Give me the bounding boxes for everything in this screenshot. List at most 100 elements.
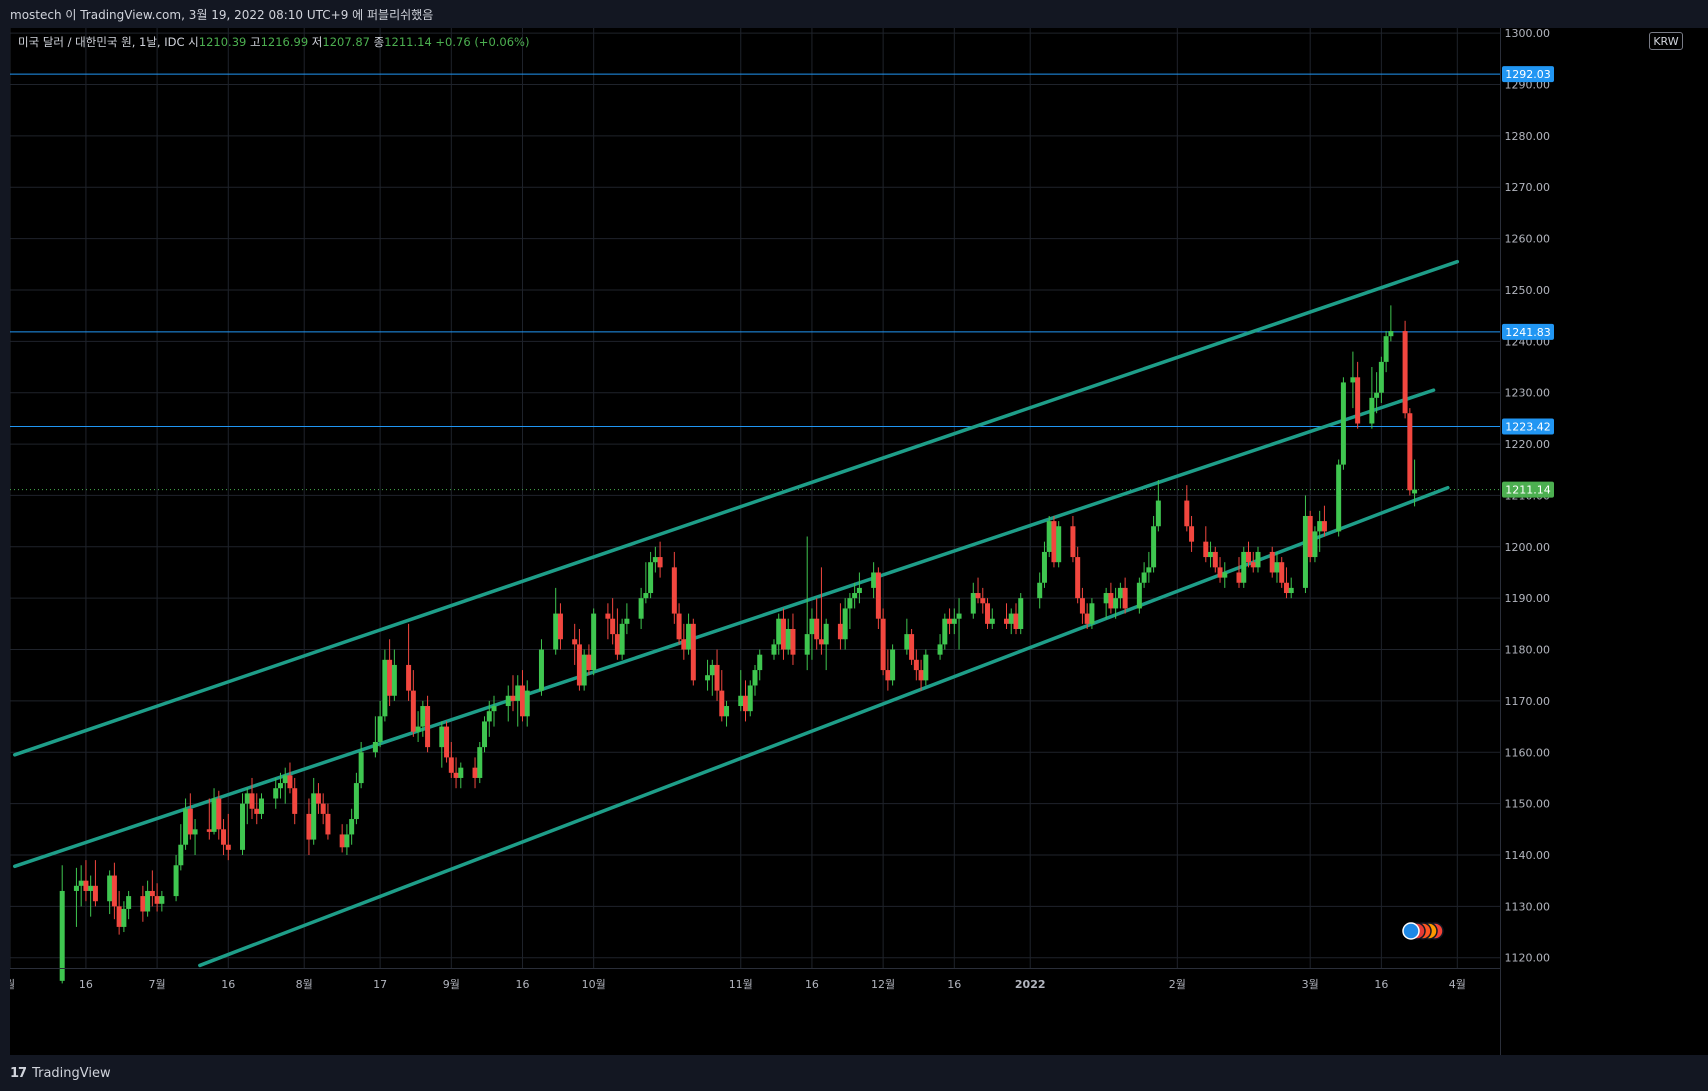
time-axis[interactable]: 월 16 7월 16 8월 17 9월 16 10월 11월 16 12월 16 2022 2월 3월 16 4월: [10, 978, 1466, 991]
candle-body: [1369, 397, 1375, 424]
candle-body: [1236, 572, 1242, 583]
candle-body: [121, 908, 127, 927]
candle-body: [818, 639, 824, 645]
candle-body: [1269, 551, 1275, 573]
candle-body: [790, 628, 796, 655]
candle-body: [1018, 598, 1024, 629]
tradingview-logo[interactable]: 17 TradingView: [10, 1066, 111, 1081]
candle-body: [709, 664, 715, 676]
candle-body: [624, 618, 630, 624]
candle-body: [315, 793, 321, 804]
candle-body: [989, 618, 995, 624]
candle-body: [1302, 515, 1308, 588]
candle-body: [947, 618, 953, 624]
high-label: 고: [249, 35, 261, 49]
candle-body: [1155, 500, 1161, 527]
footer-bar: 17 TradingView: [0, 1055, 1708, 1091]
candle-body: [638, 598, 644, 619]
candle-body: [937, 644, 943, 655]
candle-body: [73, 885, 79, 891]
candle-body: [690, 623, 696, 681]
candle-body: [918, 670, 924, 681]
candle-body: [1255, 551, 1261, 568]
candle-body: [904, 634, 910, 650]
time-tick-label: 12월: [871, 978, 895, 991]
close-label: 종: [373, 35, 385, 49]
candle-body: [320, 803, 326, 814]
candle-body: [192, 829, 198, 835]
price-tick-label: 1120.00: [1505, 952, 1551, 965]
candle-body: [1283, 582, 1289, 594]
time-tick-label: 10월: [582, 978, 606, 991]
candle-body: [325, 813, 331, 835]
candle-body: [306, 813, 312, 840]
candle-body: [448, 757, 454, 773]
candle-body: [1222, 572, 1228, 578]
candle-body: [1412, 489, 1418, 494]
price-chart[interactable]: 1120.00 1130.00 1140.00 1150.00 1160.00 1170.…: [10, 28, 1708, 1055]
candle-body: [88, 885, 94, 891]
economic-events[interactable]: [1402, 922, 1444, 940]
time-tick-label: 16: [805, 978, 819, 991]
candle-body: [221, 829, 227, 845]
time-tick-label: 7월: [149, 978, 166, 991]
candle-body: [757, 654, 763, 671]
candle-body: [126, 896, 132, 909]
candle-body: [1208, 551, 1214, 558]
low-value: 1207.87: [322, 35, 370, 49]
candles: [59, 305, 1418, 984]
trend-channel[interactable]: [12, 259, 1460, 968]
candle-body: [206, 829, 212, 832]
candle-body: [249, 793, 255, 809]
candle-body: [823, 623, 829, 645]
candle-body: [814, 618, 820, 640]
candle-body: [1189, 526, 1195, 542]
high-value: 1216.99: [260, 35, 309, 49]
grid: [10, 28, 1500, 968]
candle-body: [159, 896, 165, 904]
candle-body: [453, 772, 459, 778]
price-tick-label: 1230.00: [1505, 387, 1551, 400]
candle-body: [173, 865, 179, 897]
open-label: 시: [188, 35, 199, 49]
currency-label: KRW: [1653, 34, 1679, 48]
change-value: +0.76 (+0.06%): [435, 35, 530, 49]
candle-body: [178, 844, 184, 866]
candle-body: [387, 659, 393, 696]
candle-body: [349, 819, 355, 835]
candle-body: [724, 706, 730, 717]
currency-badge[interactable]: KRW: [1649, 32, 1683, 50]
chart-area[interactable]: 1120.00 1130.00 1140.00 1150.00 1160.00 1170.…: [10, 28, 1708, 1055]
candle-body: [852, 593, 858, 599]
us-flag-icon[interactable]: [1402, 922, 1420, 940]
candle-body: [240, 803, 246, 850]
candle-body: [1089, 603, 1095, 624]
candle-body: [1241, 551, 1247, 583]
candle-body: [951, 618, 957, 624]
candle-body: [1402, 331, 1408, 414]
candle-body: [681, 639, 687, 650]
low-label: 저: [311, 35, 323, 49]
price-tick-label: 1280.00: [1505, 130, 1551, 143]
price-tick-label: 1300.00: [1505, 28, 1551, 40]
candle-body: [1037, 582, 1043, 599]
candle-body: [420, 706, 426, 727]
candle-body: [1340, 382, 1346, 465]
candle-body: [1008, 613, 1014, 624]
candle-body: [187, 808, 193, 835]
candle-body: [482, 721, 488, 748]
price-tag-label: 1241.83: [1505, 326, 1551, 339]
candle-body: [377, 716, 383, 742]
price-tick-label: 1260.00: [1505, 233, 1551, 246]
candle-body: [244, 793, 250, 804]
candle-body: [1374, 392, 1380, 398]
candle-body: [785, 628, 791, 650]
candle-body: [1217, 567, 1223, 578]
candle-body: [743, 695, 749, 712]
candle-body: [519, 685, 525, 717]
candle-body: [107, 875, 113, 902]
time-tick-label: 11월: [729, 978, 753, 991]
candle-body: [1279, 562, 1285, 583]
candle-body: [92, 885, 98, 902]
candle-body: [871, 572, 877, 588]
